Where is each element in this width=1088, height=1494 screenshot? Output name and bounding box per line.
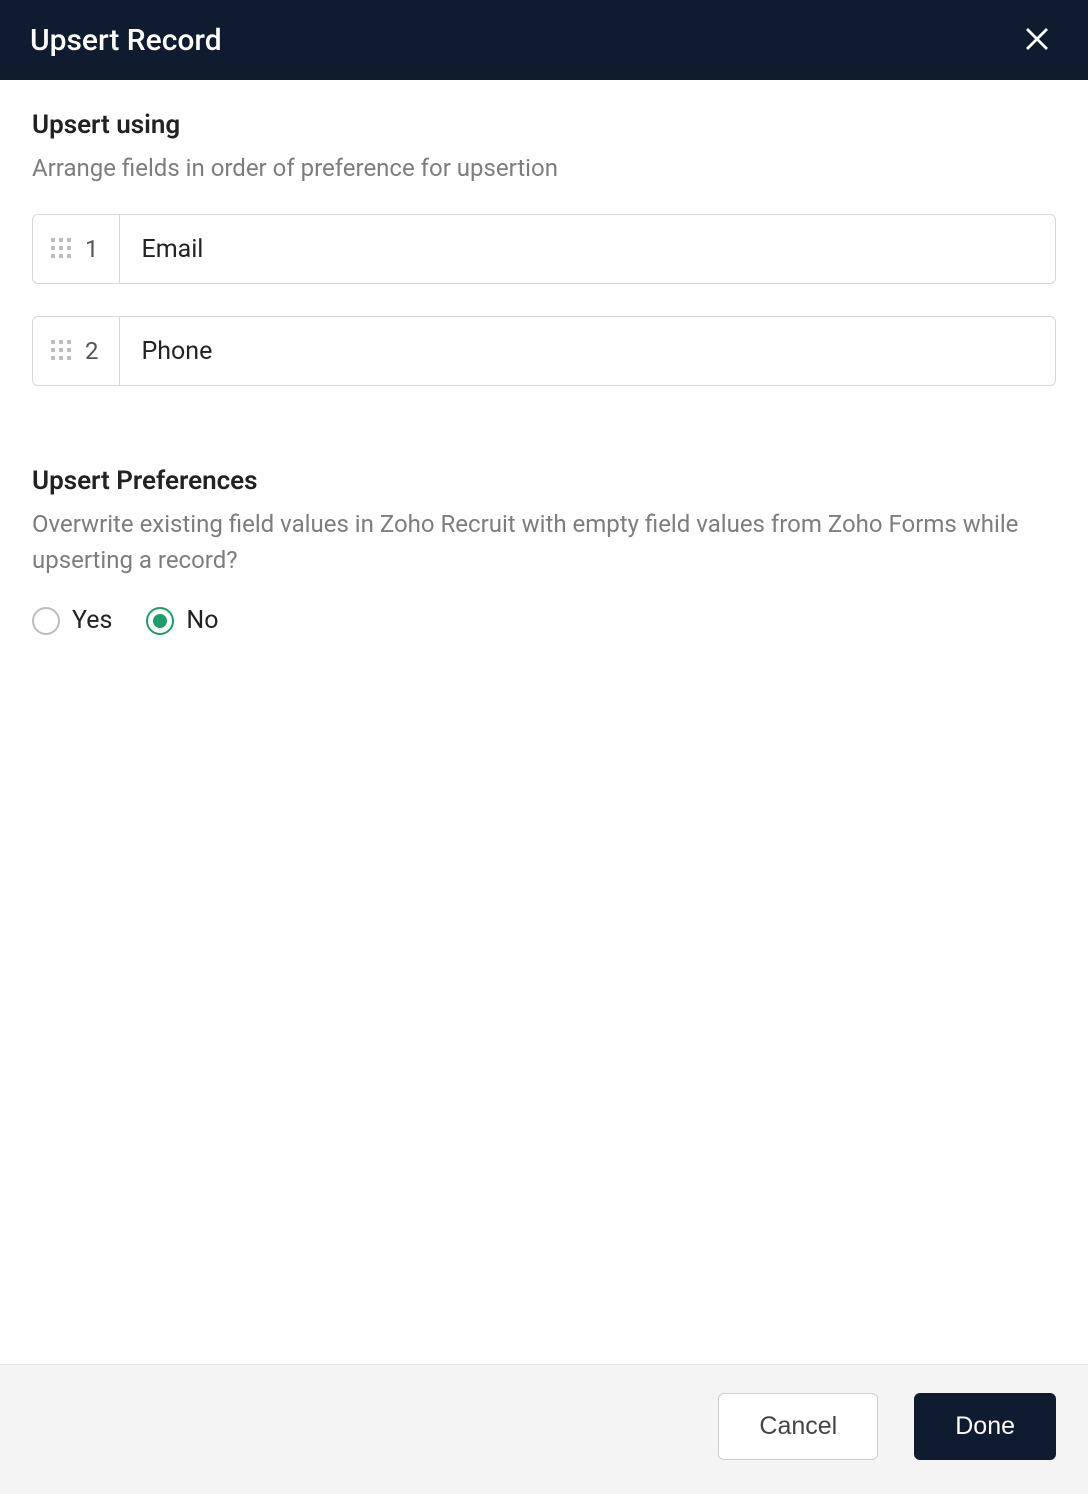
field-order-number: 2 [85, 337, 99, 365]
close-button[interactable] [1016, 18, 1058, 63]
upsert-record-modal: Upsert Record Upsert using Arrange field… [0, 0, 1088, 1494]
modal-footer: Cancel Done [0, 1364, 1088, 1494]
upsert-preferences-section: Upsert Preferences Overwrite existing fi… [32, 466, 1056, 635]
upsert-using-description: Arrange fields in order of preference fo… [32, 150, 1056, 186]
radio-option-no[interactable]: No [146, 606, 218, 635]
modal-title: Upsert Record [30, 23, 222, 58]
radio-option-yes[interactable]: Yes [32, 606, 112, 635]
upsert-field-row[interactable]: 1 Email [32, 214, 1056, 284]
drag-handle-icon [51, 340, 71, 362]
modal-body: Upsert using Arrange fields in order of … [0, 80, 1088, 1364]
overwrite-radio-group: Yes No [32, 606, 1056, 635]
cancel-button[interactable]: Cancel [718, 1393, 878, 1460]
radio-icon [32, 607, 60, 635]
upsert-using-title: Upsert using [32, 110, 1056, 140]
upsert-field-row[interactable]: 2 Phone [32, 316, 1056, 386]
modal-header: Upsert Record [0, 0, 1088, 80]
field-label: Phone [120, 317, 213, 385]
upsert-using-section: Upsert using Arrange fields in order of … [32, 110, 1056, 386]
field-order-number: 1 [85, 235, 99, 263]
drag-handle-icon [51, 238, 71, 260]
close-icon [1022, 24, 1052, 54]
drag-cell[interactable]: 2 [33, 317, 120, 385]
upsert-preferences-description: Overwrite existing field values in Zoho … [32, 506, 1056, 578]
radio-label-yes: Yes [72, 606, 112, 635]
field-label: Email [120, 215, 204, 283]
radio-label-no: No [186, 606, 218, 635]
upsert-preferences-title: Upsert Preferences [32, 466, 1056, 496]
drag-cell[interactable]: 1 [33, 215, 120, 283]
radio-icon [146, 607, 174, 635]
done-button[interactable]: Done [914, 1393, 1056, 1460]
